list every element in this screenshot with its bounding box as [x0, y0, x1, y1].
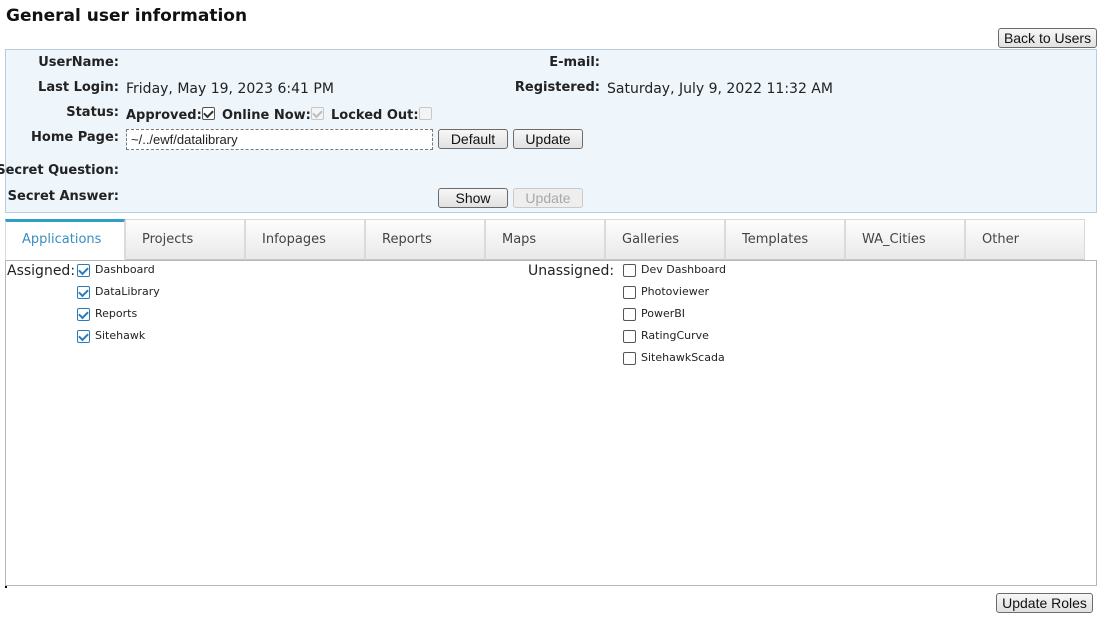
tab-projects[interactable]: Projects: [125, 219, 245, 260]
role-label: SitehawkScada: [641, 351, 725, 364]
tab-applications[interactable]: Applications: [5, 219, 125, 260]
page-title: General user information: [6, 6, 248, 26]
online-now-checkbox: [311, 107, 324, 120]
assigned-label: Assigned:: [7, 263, 76, 279]
home-page-label: Home Page:: [31, 130, 119, 145]
role-label: Photoviewer: [641, 285, 709, 298]
locked-out-checkbox: [419, 107, 432, 120]
back-to-users-button[interactable]: Back to Users: [998, 28, 1097, 48]
role-label: DataLibrary: [95, 285, 160, 298]
show-secret-answer-button[interactable]: Show: [438, 188, 508, 208]
role-checkbox[interactable]: [623, 286, 636, 299]
role-tabs: Applications Projects Infopages Reports …: [5, 219, 1085, 260]
last-login-label: Last Login:: [38, 80, 119, 95]
user-info-panel: UserName: E-mail: Last Login: Friday, Ma…: [0, 49, 1097, 213]
role-checkbox[interactable]: [77, 330, 90, 343]
role-checkbox[interactable]: [623, 352, 636, 365]
role-label: Sitehawk: [95, 329, 146, 342]
email-label: E-mail:: [549, 55, 600, 70]
role-label: PowerBI: [641, 307, 686, 320]
registered-value: Saturday, July 9, 2022 11:32 AM: [607, 81, 833, 97]
role-label: Dashboard: [95, 263, 155, 276]
role-checkbox[interactable]: [623, 330, 636, 343]
tab-other[interactable]: Other: [965, 219, 1085, 260]
role-checkbox[interactable]: [77, 286, 90, 299]
home-page-input[interactable]: [126, 129, 433, 150]
default-home-page-button[interactable]: Default: [438, 129, 508, 149]
roles-panel: Assigned: Unassigned: Dashboard DataLibr…: [5, 260, 1097, 586]
last-login-value: Friday, May 19, 2023 6:41 PM: [126, 81, 334, 97]
update-home-page-button[interactable]: Update: [513, 129, 583, 149]
role-label: Reports: [95, 307, 138, 320]
status-label: Status:: [66, 105, 119, 120]
role-label: RatingCurve: [641, 329, 709, 342]
tab-wa-cities[interactable]: WA_Cities: [845, 219, 965, 260]
approved-label: Approved:: [126, 108, 202, 123]
role-checkbox[interactable]: [623, 264, 636, 277]
tab-galleries[interactable]: Galleries: [605, 219, 725, 260]
tab-maps[interactable]: Maps: [485, 219, 605, 260]
role-label: Dev Dashboard: [641, 263, 726, 276]
registered-label: Registered:: [514, 80, 600, 95]
role-checkbox[interactable]: [623, 308, 636, 321]
tab-infopages[interactable]: Infopages: [245, 219, 365, 260]
locked-out-label: Locked Out:: [331, 108, 419, 123]
role-checkbox[interactable]: [77, 308, 90, 321]
update-roles-button[interactable]: Update Roles: [996, 593, 1093, 613]
secret-answer-label: Secret Answer:: [7, 189, 119, 204]
username-label: UserName:: [38, 55, 119, 70]
update-secret-button: Update: [513, 188, 583, 208]
role-checkbox[interactable]: [77, 264, 90, 277]
online-now-label: Online Now:: [222, 108, 311, 123]
tab-reports[interactable]: Reports: [365, 219, 485, 260]
unassigned-label: Unassigned:: [528, 263, 615, 279]
approved-checkbox[interactable]: [202, 107, 215, 120]
tab-templates[interactable]: Templates: [725, 219, 845, 260]
secret-question-label: Secret Question:: [0, 163, 119, 178]
stray-dot: [5, 586, 7, 588]
